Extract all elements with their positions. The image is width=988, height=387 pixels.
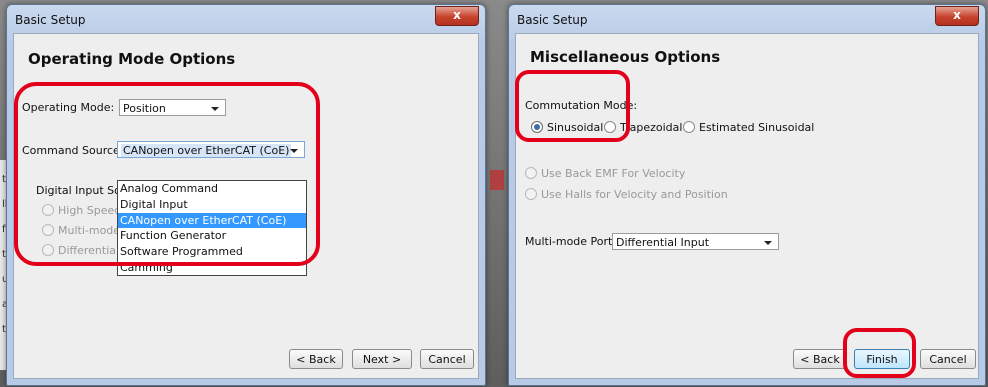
radio-icon [525, 167, 537, 179]
background-fragment [490, 170, 504, 190]
page-heading: Miscellaneous Options [530, 48, 721, 66]
radio-label: Differential [58, 244, 120, 257]
operating-mode-value: Position [123, 102, 166, 115]
radio-label: Trapezoidal [620, 121, 683, 134]
radio-high-speed[interactable]: High Speed [42, 204, 121, 217]
dropdown-option[interactable]: Digital Input [118, 197, 306, 213]
dropdown-option[interactable]: Analog Command [118, 181, 306, 197]
window-title: Basic Setup [517, 13, 588, 27]
radio-label: Estimated Sinusoidal [699, 121, 815, 134]
dropdown-option-selected[interactable]: CANopen over EtherCAT (CoE) [118, 212, 306, 229]
dropdown-option[interactable]: Software Programmed [118, 244, 306, 260]
chevron-down-icon [211, 107, 219, 111]
chevron-down-icon [764, 241, 772, 245]
close-icon: x [453, 8, 461, 22]
next-button[interactable]: Next > [352, 349, 412, 369]
radio-differential[interactable]: Differential [42, 244, 119, 257]
miscellaneous-options-dialog: Basic Setup x Miscellaneous Options Comm… [508, 4, 986, 386]
multi-mode-port-value: Differential Input [616, 236, 710, 249]
close-button[interactable]: x [435, 6, 479, 26]
operating-mode-select[interactable]: Position [119, 99, 226, 116]
radio-icon [525, 188, 537, 200]
commutation-mode-label: Commutation Mode: [525, 99, 638, 112]
radio-trapezoidal[interactable]: Trapezoidal [604, 121, 682, 134]
option-label: Use Back EMF For Velocity [541, 167, 686, 180]
radio-label: Sinusoidal [547, 121, 604, 134]
radio-sinusoidal[interactable]: Sinusoidal [531, 121, 603, 134]
close-button[interactable]: x [935, 6, 979, 26]
cancel-button[interactable]: Cancel [920, 349, 976, 369]
radio-icon [604, 121, 616, 133]
command-source-dropdown-list: Analog Command Digital Input CANopen ove… [117, 180, 307, 276]
back-button[interactable]: < Back [289, 349, 343, 369]
command-source-select[interactable]: CANopen over EtherCAT (CoE) [117, 141, 305, 158]
checkbox-use-halls[interactable]: Use Halls for Velocity and Position [525, 188, 728, 201]
cancel-button[interactable]: Cancel [420, 349, 474, 369]
operating-mode-dialog: Basic Setup x Operating Mode Options Ope… [6, 4, 486, 386]
back-button[interactable]: < Back [793, 349, 847, 369]
close-icon: x [953, 8, 961, 22]
multi-mode-port-select[interactable]: Differential Input [612, 233, 779, 250]
command-source-label: Command Source: [22, 144, 124, 157]
dropdown-option[interactable]: Function Generator [118, 228, 306, 244]
radio-icon [42, 244, 54, 256]
command-source-value: CANopen over EtherCAT (CoE) [121, 144, 292, 157]
option-label: Use Halls for Velocity and Position [541, 188, 728, 201]
radio-label: High Speed [58, 204, 122, 217]
finish-button[interactable]: Finish [854, 349, 910, 369]
checkbox-use-back-emf[interactable]: Use Back EMF For Velocity [525, 167, 685, 180]
radio-icon [683, 121, 695, 133]
radio-icon [42, 204, 54, 216]
chevron-down-icon [290, 149, 298, 153]
window-title: Basic Setup [15, 13, 86, 27]
radio-icon [531, 121, 543, 133]
dropdown-option[interactable]: Camming [118, 260, 306, 276]
title-bar[interactable]: Basic Setup x [7, 5, 485, 33]
radio-icon [42, 224, 54, 236]
title-bar[interactable]: Basic Setup x [509, 5, 985, 33]
page-heading: Operating Mode Options [28, 50, 236, 68]
multi-mode-port-label: Multi-mode Port: [525, 235, 617, 248]
dialog-content: Operating Mode Options Operating Mode: P… [13, 33, 479, 379]
operating-mode-label: Operating Mode: [22, 101, 115, 114]
dialog-content: Miscellaneous Options Commutation Mode: … [515, 33, 979, 379]
radio-estimated-sinusoidal[interactable]: Estimated Sinusoidal [683, 121, 814, 134]
